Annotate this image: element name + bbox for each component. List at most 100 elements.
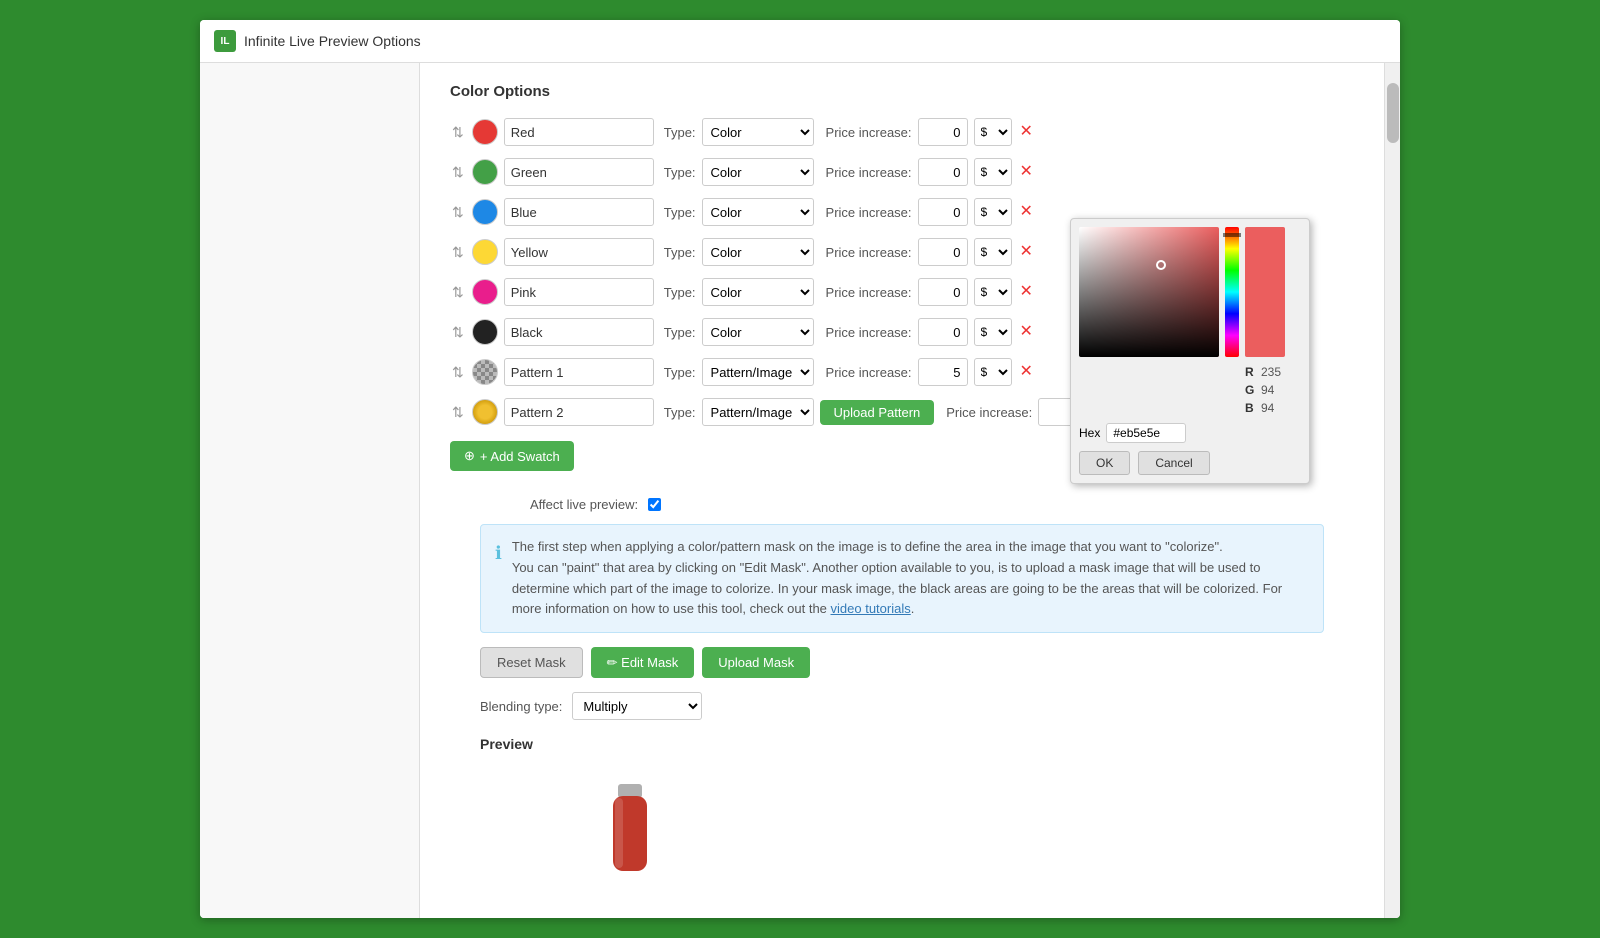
hex-label: Hex bbox=[1079, 426, 1100, 440]
price-input-yellow[interactable] bbox=[918, 238, 968, 266]
type-label: Type: bbox=[664, 405, 696, 420]
upload-pattern-button[interactable]: Upload Pattern bbox=[820, 400, 935, 425]
drag-handle[interactable]: ⇅ bbox=[450, 324, 466, 341]
color-swatch-red[interactable] bbox=[472, 119, 498, 145]
hex-input[interactable] bbox=[1106, 423, 1186, 443]
color-name-input-pattern2[interactable] bbox=[504, 398, 654, 426]
reset-mask-button[interactable]: Reset Mask bbox=[480, 647, 583, 678]
currency-select-red[interactable]: $ bbox=[974, 118, 1012, 146]
content-area: Color Options ⇅ Type: ColorPattern/Image… bbox=[420, 63, 1384, 918]
drag-handle[interactable]: ⇅ bbox=[450, 284, 466, 301]
color-picker-popup: R 235 G 94 B 94 bbox=[1070, 218, 1310, 484]
currency-select-black[interactable]: $ bbox=[974, 318, 1012, 346]
drag-handle[interactable]: ⇅ bbox=[450, 364, 466, 381]
rgb-values: R 235 G 94 B 94 bbox=[1245, 365, 1285, 417]
type-label: Type: bbox=[664, 245, 696, 260]
color-swatch-blue[interactable] bbox=[472, 199, 498, 225]
scrollbar[interactable] bbox=[1384, 63, 1400, 918]
info-box: ℹ The first step when applying a color/p… bbox=[480, 524, 1324, 633]
cancel-button[interactable]: Cancel bbox=[1138, 451, 1209, 475]
type-select-blue[interactable]: ColorPattern/Image bbox=[702, 198, 814, 226]
affect-preview-checkbox[interactable] bbox=[648, 498, 661, 511]
g-label: G bbox=[1245, 383, 1257, 397]
type-label: Type: bbox=[664, 125, 696, 140]
preview-image-area bbox=[480, 762, 780, 882]
price-input-black[interactable] bbox=[918, 318, 968, 346]
info-icon: ℹ bbox=[495, 539, 502, 620]
type-select-green[interactable]: ColorPattern/Image bbox=[702, 158, 814, 186]
blending-row: Blending type: Multiply Screen Overlay N… bbox=[450, 692, 1354, 720]
drag-handle[interactable]: ⇅ bbox=[450, 124, 466, 141]
ok-button[interactable]: OK bbox=[1079, 451, 1130, 475]
type-label: Type: bbox=[664, 205, 696, 220]
video-tutorials-link[interactable]: video tutorials bbox=[831, 601, 911, 616]
preview-title: Preview bbox=[480, 736, 1354, 752]
add-swatch-icon: ⊕ bbox=[464, 448, 475, 464]
upload-mask-button[interactable]: Upload Mask bbox=[702, 647, 810, 678]
drag-handle[interactable]: ⇅ bbox=[450, 244, 466, 261]
drag-handle[interactable]: ⇅ bbox=[450, 204, 466, 221]
price-input-blue[interactable] bbox=[918, 198, 968, 226]
delete-pink-button[interactable]: ✕ bbox=[1018, 284, 1035, 300]
delete-blue-button[interactable]: ✕ bbox=[1018, 204, 1035, 220]
blending-select[interactable]: Multiply Screen Overlay Normal bbox=[572, 692, 702, 720]
color-name-input-pink[interactable] bbox=[504, 278, 654, 306]
scrollbar-thumb[interactable] bbox=[1387, 83, 1399, 143]
color-name-input-green[interactable] bbox=[504, 158, 654, 186]
gradient-selector[interactable] bbox=[1079, 227, 1219, 357]
currency-select-blue[interactable]: $ bbox=[974, 198, 1012, 226]
type-select-red[interactable]: ColorPattern/Image bbox=[702, 118, 814, 146]
color-name-input-black[interactable] bbox=[504, 318, 654, 346]
price-label: Price increase: bbox=[826, 285, 912, 300]
type-select-pattern1[interactable]: ColorPattern/Image bbox=[702, 358, 814, 386]
price-label: Price increase: bbox=[826, 365, 912, 380]
color-swatch-pink[interactable] bbox=[472, 279, 498, 305]
drag-handle[interactable]: ⇅ bbox=[450, 164, 466, 181]
edit-mask-button[interactable]: ✏ Edit Mask bbox=[591, 647, 695, 678]
type-label: Type: bbox=[664, 285, 696, 300]
color-swatch-green[interactable] bbox=[472, 159, 498, 185]
color-name-input-red[interactable] bbox=[504, 118, 654, 146]
price-label: Price increase: bbox=[826, 125, 912, 140]
price-input-green[interactable] bbox=[918, 158, 968, 186]
affect-label: Affect live preview: bbox=[530, 497, 638, 512]
type-select-pink[interactable]: ColorPattern/Image bbox=[702, 278, 814, 306]
type-label: Type: bbox=[664, 325, 696, 340]
price-input-red[interactable] bbox=[918, 118, 968, 146]
type-select-black[interactable]: ColorPattern/Image bbox=[702, 318, 814, 346]
r-value: 235 bbox=[1261, 365, 1281, 379]
currency-select-pattern1[interactable]: $ bbox=[974, 358, 1012, 386]
delete-yellow-button[interactable]: ✕ bbox=[1018, 244, 1035, 260]
preview-section: Preview bbox=[450, 736, 1354, 882]
drag-handle[interactable]: ⇅ bbox=[450, 404, 466, 421]
price-input-pattern1[interactable] bbox=[918, 358, 968, 386]
color-swatch-pattern1[interactable] bbox=[472, 359, 498, 385]
delete-red-button[interactable]: ✕ bbox=[1018, 124, 1035, 140]
delete-green-button[interactable]: ✕ bbox=[1018, 164, 1035, 180]
price-label: Price increase: bbox=[826, 205, 912, 220]
b-value: 94 bbox=[1261, 401, 1274, 415]
currency-select-green[interactable]: $ bbox=[974, 158, 1012, 186]
delete-pattern1-button[interactable]: ✕ bbox=[1018, 364, 1035, 380]
color-name-input-blue[interactable] bbox=[504, 198, 654, 226]
color-swatch-pattern2[interactable] bbox=[472, 399, 498, 425]
color-swatch-yellow[interactable] bbox=[472, 239, 498, 265]
preview-bottle-image bbox=[570, 762, 690, 882]
section-title: Color Options bbox=[450, 83, 1354, 100]
currency-select-pink[interactable]: $ bbox=[974, 278, 1012, 306]
price-label: Price increase: bbox=[826, 325, 912, 340]
type-select-pattern2[interactable]: ColorPattern/Image bbox=[702, 398, 814, 426]
price-label: Price increase: bbox=[826, 165, 912, 180]
delete-black-button[interactable]: ✕ bbox=[1018, 324, 1035, 340]
color-name-input-yellow[interactable] bbox=[504, 238, 654, 266]
currency-select-yellow[interactable]: $ bbox=[974, 238, 1012, 266]
color-name-input-pattern1[interactable] bbox=[504, 358, 654, 386]
add-swatch-button[interactable]: ⊕ + Add Swatch bbox=[450, 441, 574, 471]
hue-slider[interactable] bbox=[1225, 227, 1239, 357]
blending-label: Blending type: bbox=[480, 699, 562, 714]
window-title: Infinite Live Preview Options bbox=[244, 33, 421, 49]
price-input-pink[interactable] bbox=[918, 278, 968, 306]
type-select-yellow[interactable]: ColorPattern/Image bbox=[702, 238, 814, 266]
color-preview bbox=[1245, 227, 1285, 357]
color-swatch-black[interactable] bbox=[472, 319, 498, 345]
